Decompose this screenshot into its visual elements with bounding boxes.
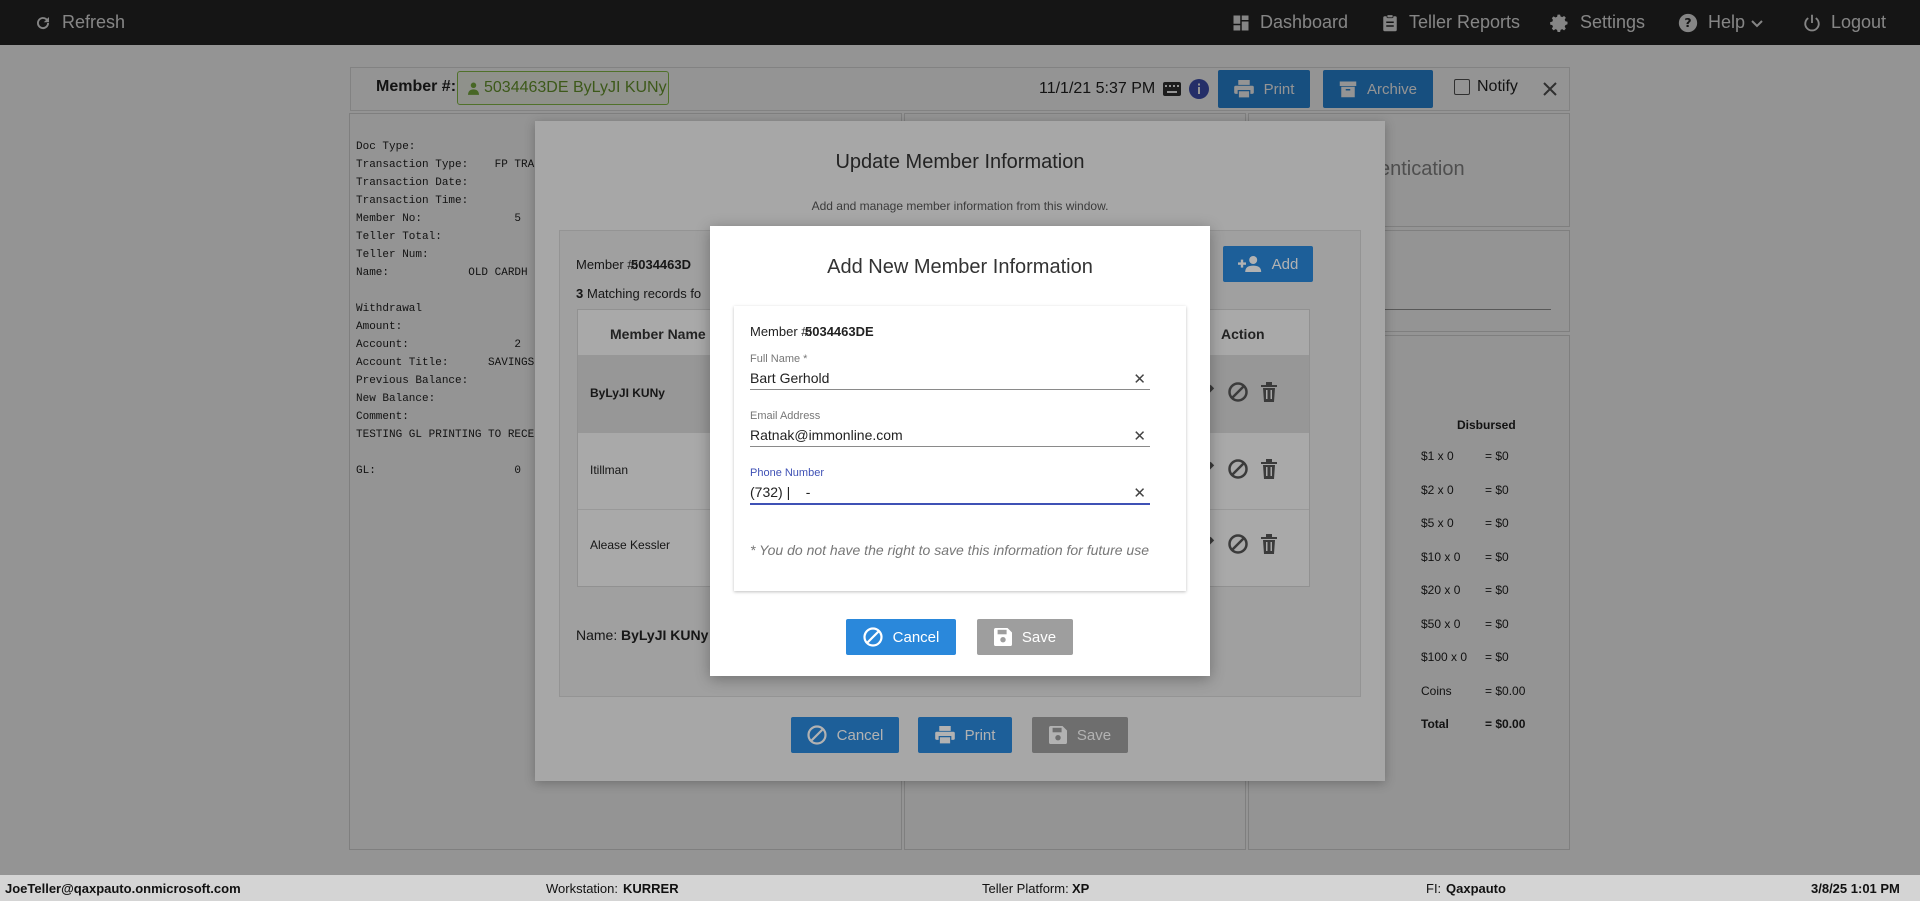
clear-phone-icon[interactable]: ✕ (1133, 483, 1146, 505)
fi-value: Qaxpauto (1446, 881, 1506, 896)
full-name-input[interactable]: Bart Gerhold ✕ (750, 367, 1150, 390)
email-input[interactable]: Ratnak@immonline.com ✕ (750, 424, 1150, 447)
phone-field[interactable]: Phone Number (732) | - ✕ (750, 467, 1150, 505)
phone-label: Phone Number (750, 467, 824, 479)
email-value: Ratnak@immonline.com (750, 427, 903, 443)
status-bar: JoeTeller@qaxpauto.onmicrosoft.com Works… (0, 875, 1920, 901)
status-datetime: 3/8/25 1:01 PM (1811, 881, 1900, 896)
save-icon (993, 628, 1012, 646)
add-save-label: Save (1021, 628, 1057, 646)
cancel-icon (863, 627, 883, 647)
platform-value: XP (1072, 881, 1090, 896)
clear-email-icon[interactable]: ✕ (1133, 426, 1146, 448)
full-name-field[interactable]: Full Name * Bart Gerhold ✕ (750, 353, 1150, 390)
add-cancel-button[interactable]: Cancel (846, 619, 956, 655)
full-name-label: Full Name * (750, 353, 808, 365)
email-field[interactable]: Email Address Ratnak@immonline.com ✕ (750, 410, 1150, 447)
workstation-label: Workstation: (546, 881, 619, 896)
rights-note: * You do not have the right to save this… (750, 542, 1149, 558)
fi-label: FI: (1426, 881, 1442, 896)
email-label: Email Address (750, 410, 821, 422)
add-member-modal: Add New Member Information Member #: 503… (710, 226, 1210, 676)
add-save-button[interactable]: Save (977, 619, 1073, 655)
add-modal-title: Add New Member Information (827, 256, 1093, 278)
status-user: JoeTeller@qaxpauto.onmicrosoft.com (5, 881, 241, 896)
phone-input[interactable]: (732) | - ✕ (750, 481, 1150, 505)
add-cancel-label: Cancel (892, 628, 940, 646)
add-member-form: Member #: 5034463DE Full Name * Bart Ger… (734, 306, 1186, 591)
full-name-value: Bart Gerhold (750, 370, 830, 386)
phone-value: (732) | - (750, 484, 811, 500)
clear-full-name-icon[interactable]: ✕ (1133, 369, 1146, 391)
workstation-value: KURRER (623, 881, 679, 896)
add-member-label: Member #: (750, 324, 813, 339)
add-member-number: 5034463DE (805, 324, 874, 339)
platform-label: Teller Platform: (982, 881, 1069, 896)
